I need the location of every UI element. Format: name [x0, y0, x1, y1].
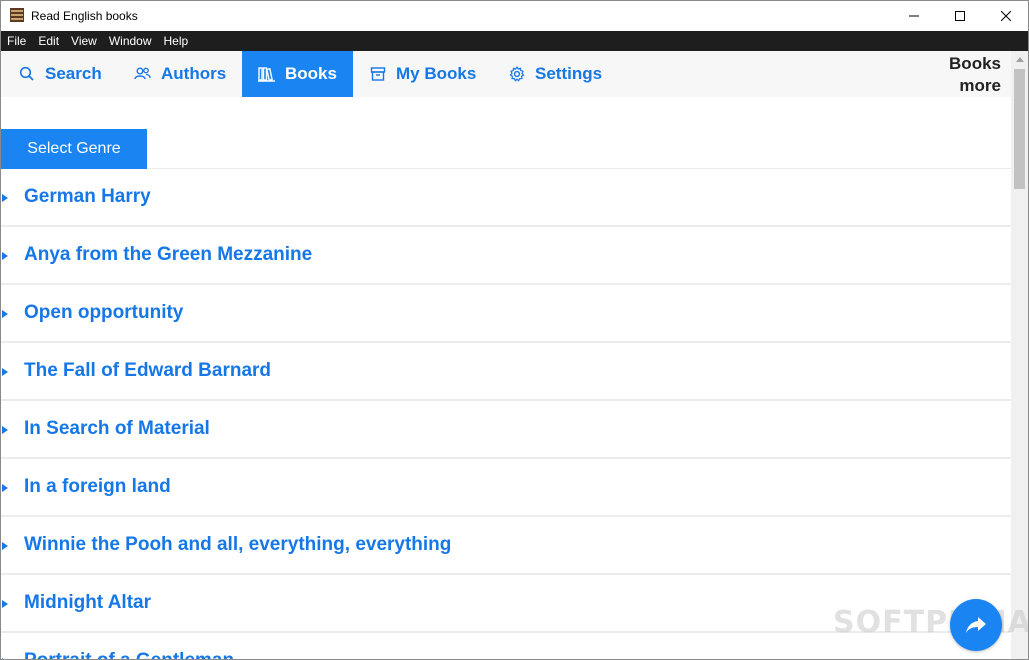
- my-books-icon: [370, 67, 386, 81]
- menu-edit[interactable]: Edit: [38, 31, 59, 51]
- book-title[interactable]: The Fall of Edward Barnard: [24, 360, 271, 382]
- minimize-icon: [909, 15, 919, 17]
- triangle-bullet-icon: [2, 484, 8, 492]
- scroll-up-button[interactable]: [1011, 51, 1028, 68]
- triangle-bullet-icon: [2, 194, 8, 202]
- book-row[interactable]: In Search of Material: [1, 401, 1011, 459]
- book-row[interactable]: Open opportunity: [1, 285, 1011, 343]
- close-icon: [1001, 11, 1011, 21]
- books-icon: [258, 67, 275, 82]
- menu-window[interactable]: Window: [109, 31, 152, 51]
- tab-my-books[interactable]: My Books: [370, 51, 495, 97]
- book-title[interactable]: Open opportunity: [24, 302, 183, 324]
- close-button[interactable]: [983, 1, 1028, 31]
- book-title[interactable]: Anya from the Green Mezzanine: [24, 244, 312, 266]
- book-title[interactable]: In Search of Material: [24, 418, 210, 440]
- book-list: German Harry Anya from the Green Mezzani…: [1, 169, 1011, 659]
- book-title[interactable]: In a foreign land: [24, 476, 171, 498]
- book-row[interactable]: In a foreign land: [1, 459, 1011, 517]
- book-row[interactable]: German Harry: [1, 169, 1011, 227]
- book-title[interactable]: German Harry: [24, 186, 151, 208]
- select-genre-button[interactable]: Select Genre: [1, 129, 147, 169]
- menu-view[interactable]: View: [71, 31, 97, 51]
- triangle-bullet-icon: [2, 600, 8, 608]
- menu-help[interactable]: Help: [164, 31, 189, 51]
- tab-search[interactable]: Search: [19, 51, 119, 97]
- authors-icon: [134, 67, 151, 80]
- tab-search-label: Search: [45, 64, 102, 83]
- triangle-bullet-icon: [2, 542, 8, 550]
- tab-authors-label: Authors: [161, 64, 227, 83]
- scroll-thumb[interactable]: [1014, 69, 1025, 189]
- gear-icon: [509, 66, 525, 82]
- tab-my-books-label: My Books: [396, 64, 477, 83]
- book-title[interactable]: Winnie the Pooh and all, everything, eve…: [24, 534, 451, 556]
- tab-authors[interactable]: Authors: [134, 51, 242, 97]
- maximize-button[interactable]: [937, 1, 983, 31]
- tab-books[interactable]: Books: [242, 51, 353, 97]
- search-icon: [19, 66, 34, 81]
- tab-books-label: Books: [285, 64, 337, 83]
- books-content: Select Genre German Harry Anya from the …: [1, 97, 1011, 659]
- book-row[interactable]: Winnie the Pooh and all, everything, eve…: [1, 517, 1011, 575]
- books-more-line2: more: [959, 76, 1001, 95]
- tab-bar: Search Authors Books My Books Settings B…: [1, 51, 1011, 97]
- books-app-icon: [10, 8, 24, 22]
- chevron-up-icon: [1015, 57, 1024, 62]
- book-row[interactable]: Anya from the Green Mezzanine: [1, 227, 1011, 285]
- window-title: Read English books: [31, 9, 138, 23]
- tab-settings[interactable]: Settings: [509, 51, 619, 97]
- minimize-button[interactable]: [891, 1, 937, 31]
- triangle-bullet-icon: [2, 426, 8, 434]
- books-more-link[interactable]: Books more: [949, 53, 1001, 97]
- menu-file[interactable]: File: [7, 31, 26, 51]
- book-title[interactable]: Portrait of a Gentleman: [24, 650, 234, 659]
- book-row[interactable]: The Fall of Edward Barnard: [1, 343, 1011, 401]
- share-button[interactable]: [950, 599, 1002, 651]
- maximize-icon: [955, 11, 965, 21]
- triangle-bullet-icon: [2, 252, 8, 260]
- vertical-scrollbar[interactable]: [1011, 51, 1028, 659]
- share-icon: [966, 617, 986, 633]
- book-title[interactable]: Midnight Altar: [24, 592, 151, 614]
- app-window: Read English books File Edit View Window…: [0, 0, 1029, 660]
- tab-settings-label: Settings: [535, 64, 603, 83]
- triangle-bullet-icon: [2, 368, 8, 376]
- menu-bar: File Edit View Window Help: [1, 31, 1028, 51]
- triangle-bullet-icon: [2, 310, 8, 318]
- title-bar: Read English books: [1, 1, 1028, 31]
- books-more-line1: Books: [949, 54, 1001, 73]
